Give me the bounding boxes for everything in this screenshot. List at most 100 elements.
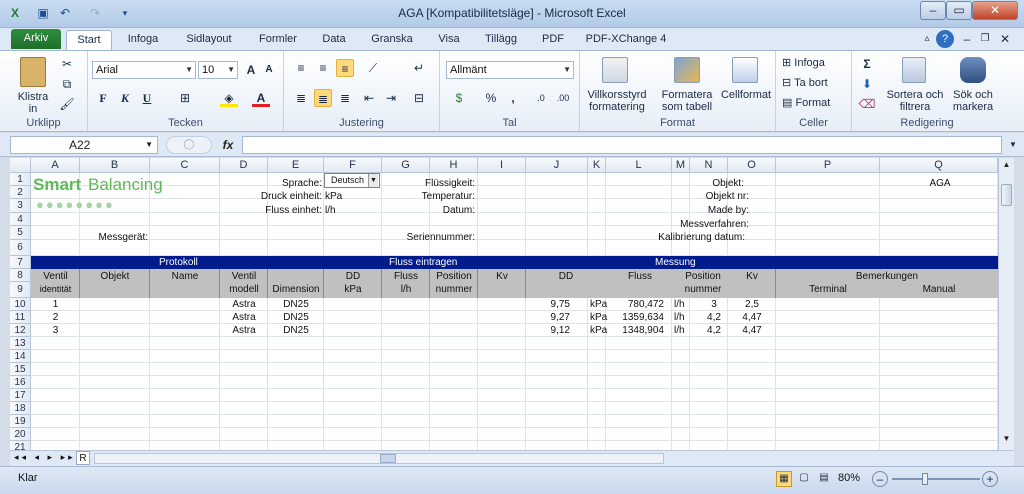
table-cell-id[interactable]: 1 (31, 299, 80, 310)
currency-icon[interactable]: $ (450, 89, 468, 107)
row-header[interactable]: 4 (10, 213, 31, 226)
column-header[interactable]: E (268, 158, 324, 173)
tab-start[interactable]: Start (66, 30, 112, 50)
row-header[interactable]: 7 (10, 256, 31, 269)
page-break-icon[interactable]: ▤ (816, 471, 832, 487)
row-header[interactable]: 6 (10, 240, 31, 256)
fill-color-icon[interactable]: ◈ (220, 89, 238, 107)
table-cell-dim[interactable]: DN25 (268, 312, 324, 323)
align-right-icon[interactable]: ≣ (336, 89, 354, 107)
insert-function-button[interactable]: fx (216, 136, 240, 154)
zoom-slider-thumb[interactable] (922, 473, 928, 485)
column-header[interactable]: N (690, 158, 728, 173)
row-header[interactable]: 1 (10, 173, 31, 186)
maximize-button[interactable]: ▭ (946, 1, 972, 20)
row-header[interactable]: 13 (10, 337, 31, 350)
row-header[interactable]: 14 (10, 350, 31, 363)
column-header[interactable]: B (80, 158, 150, 173)
font-name-select[interactable]: Arial ▼ (92, 61, 196, 79)
column-header[interactable]: P (776, 158, 880, 173)
find-select-icon[interactable] (960, 57, 986, 83)
column-header[interactable]: K (588, 158, 606, 173)
tab-granska[interactable]: Granska (364, 30, 420, 50)
help-icon[interactable]: ? (936, 30, 954, 48)
table-cell-dim[interactable]: DN25 (268, 299, 324, 310)
underline-button[interactable]: U (138, 89, 156, 107)
column-header[interactable]: A (31, 158, 80, 173)
horizontal-scrollbar[interactable] (94, 453, 664, 464)
table-cell-unit1[interactable]: kPa (590, 299, 607, 310)
row-header[interactable]: 12 (10, 324, 31, 337)
increase-decimal-icon[interactable]: .0 (532, 89, 550, 107)
scroll-up-icon[interactable]: ▲ (1000, 160, 1013, 172)
format-table-button[interactable]: Formatera som tabell (654, 89, 720, 113)
column-header[interactable]: I (478, 158, 526, 173)
row-header[interactable]: 17 (10, 389, 31, 402)
font-size-select[interactable]: 10 ▼ (198, 61, 238, 79)
scroll-thumb[interactable] (1001, 184, 1012, 206)
wb-minimize-icon[interactable]: – (958, 30, 976, 48)
column-header[interactable]: Q (880, 158, 998, 173)
format-painter-icon[interactable]: 🖌 (58, 95, 76, 113)
paste-icon[interactable] (20, 57, 46, 87)
normal-view-icon[interactable]: ▦ (776, 471, 792, 487)
format-table-icon[interactable] (674, 57, 700, 83)
number-format-select[interactable]: Allmänt ▼ (446, 61, 574, 79)
autosum-button[interactable]: Σ (858, 55, 876, 73)
table-cell-unit2[interactable]: l/h (674, 312, 690, 323)
tab-visa[interactable]: Visa (430, 30, 468, 50)
table-cell-id[interactable]: 3 (31, 325, 80, 336)
sort-filter-button[interactable]: Sortera och filtrera (886, 89, 944, 113)
column-header[interactable]: J (526, 158, 588, 173)
thousands-button[interactable]: , (504, 89, 522, 107)
zoom-in-icon[interactable]: + (982, 471, 998, 487)
wb-close-icon[interactable]: ✕ (996, 30, 1014, 48)
fill-icon[interactable]: ⬇ (858, 75, 876, 93)
column-header[interactable]: C (150, 158, 220, 173)
table-cell-dd[interactable]: 9,75 (526, 299, 570, 310)
column-header[interactable]: M (672, 158, 690, 173)
shrink-font-icon[interactable]: A (260, 61, 278, 79)
cell-styles-button[interactable]: Cellformat (718, 89, 774, 101)
zoom-slider[interactable] (892, 478, 980, 480)
conditional-format-icon[interactable] (602, 57, 628, 83)
align-bottom-icon[interactable]: ≡ (336, 59, 354, 77)
column-header[interactable]: F (324, 158, 382, 173)
row-header[interactable]: 2 (10, 186, 31, 199)
row-header[interactable]: 15 (10, 363, 31, 376)
tab-pdf-xchange[interactable]: PDF-XChange 4 (580, 30, 672, 50)
row-header[interactable]: 9 (10, 282, 31, 298)
tab-tillagg[interactable]: Tillägg (476, 30, 526, 50)
align-top-icon[interactable]: ≡ (292, 59, 310, 77)
tab-formler[interactable]: Formler (250, 30, 306, 50)
expand-formula-icon[interactable]: ▼ (1004, 136, 1022, 154)
tab-data[interactable]: Data (314, 30, 354, 50)
table-cell-modell[interactable]: Astra (220, 299, 268, 310)
language-dropdown[interactable]: Deutsch ▼ (324, 173, 380, 188)
font-color-icon[interactable]: A (252, 89, 270, 107)
hscroll-thumb[interactable] (380, 454, 396, 463)
increase-indent-icon[interactable]: ⇥ (382, 89, 400, 107)
delete-cells-button[interactable]: ⊟ Ta bort (782, 77, 846, 89)
table-cell-kv[interactable]: 4,47 (728, 312, 776, 323)
sheet-nav-icons[interactable]: ◂◂ ◂ ▸ ▸▸ (14, 452, 76, 463)
tab-infoga[interactable]: Infoga (120, 30, 166, 50)
row-header[interactable]: 10 (10, 298, 31, 311)
row-header[interactable]: 19 (10, 415, 31, 428)
borders-icon[interactable]: ⊞ (176, 89, 194, 107)
cut-icon[interactable]: ✂ (58, 55, 76, 73)
table-cell-modell[interactable]: Astra (220, 312, 268, 323)
row-header[interactable]: 21 (10, 441, 31, 450)
table-cell-unit2[interactable]: l/h (674, 325, 690, 336)
wrap-text-icon[interactable]: ↵ (410, 59, 428, 77)
column-header[interactable]: H (430, 158, 478, 173)
column-header[interactable]: O (728, 158, 776, 173)
page-layout-icon[interactable]: ▢ (796, 471, 812, 487)
format-cells-button[interactable]: ▤ Format (782, 97, 846, 109)
decrease-indent-icon[interactable]: ⇤ (360, 89, 378, 107)
row-header[interactable]: 16 (10, 376, 31, 389)
wb-restore-icon[interactable]: ❐ (976, 30, 994, 48)
clear-icon[interactable]: ⌫ (858, 95, 876, 113)
bold-button[interactable]: F (94, 89, 112, 107)
scroll-down-icon[interactable]: ▼ (1000, 434, 1013, 446)
